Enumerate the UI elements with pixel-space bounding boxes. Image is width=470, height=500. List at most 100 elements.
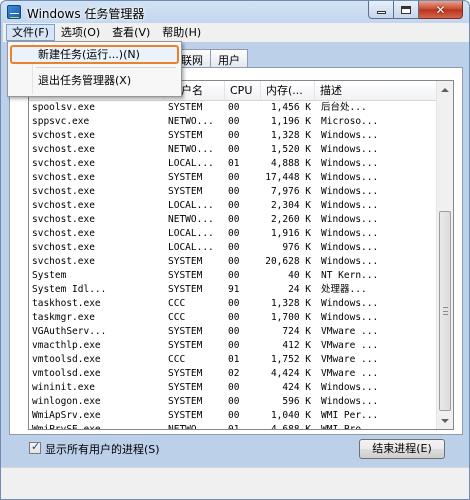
table-cell: CCC bbox=[168, 298, 186, 309]
close-button[interactable]: ✕ bbox=[419, 1, 463, 19]
table-cell: NETWO... bbox=[168, 144, 214, 155]
table-cell: Windows... bbox=[321, 256, 379, 267]
table-row[interactable]: vmtoolsd.exe SYSTEM 02 4,424 K VMware ... bbox=[29, 367, 437, 381]
table-row[interactable]: wininit.exe SYSTEM 00 424 K Windows... bbox=[29, 381, 437, 395]
table-cell: 01 bbox=[228, 158, 240, 169]
table-cell: Windows... bbox=[321, 186, 379, 197]
table-row[interactable]: svchost.exe NETWO... 00 2,260 K Windows... bbox=[29, 213, 437, 227]
table-row[interactable]: VGAuthServ... SYSTEM 00 724 K VMware ... bbox=[29, 325, 437, 339]
minimize-button[interactable] bbox=[368, 1, 394, 19]
table-row[interactable]: vmacthlp.exe SYSTEM 00 412 K VMware ... bbox=[29, 339, 437, 353]
table-cell: svchost.exe bbox=[32, 256, 95, 267]
table-row[interactable]: svchost.exe LOCAL... 00 2,304 K Windows... bbox=[29, 199, 437, 213]
table-cell: vmtoolsd.exe bbox=[32, 354, 101, 365]
table-cell: NT Kern... bbox=[321, 270, 379, 281]
table-cell: VGAuthServ... bbox=[32, 326, 107, 337]
table-row[interactable]: svchost.exe SYSTEM 00 17,448 K Windows... bbox=[29, 171, 437, 185]
table-cell: 00 bbox=[228, 228, 240, 239]
table-cell: 724 K bbox=[282, 326, 311, 337]
table-cell: VMware ... bbox=[321, 340, 379, 351]
table-row[interactable]: svchost.exe SYSTEM 00 7,976 K Windows... bbox=[29, 185, 437, 199]
table-cell: svchost.exe bbox=[32, 130, 95, 141]
status-bar bbox=[1, 467, 469, 499]
menu-options[interactable]: 选项(O) bbox=[55, 24, 106, 41]
menu-bar: 文件(F) 选项(O) 查看(V) 帮助(H) bbox=[3, 23, 469, 42]
file-menu-dropdown: 新建任务(运行...)(N) 退出任务管理器(X) bbox=[7, 41, 182, 97]
table-cell: NETWO... bbox=[168, 214, 214, 225]
table-cell: 976 K bbox=[282, 242, 311, 253]
maximize-button[interactable] bbox=[394, 1, 419, 19]
table-cell: Windows... bbox=[321, 298, 379, 309]
scroll-up-button[interactable] bbox=[437, 81, 453, 98]
table-row[interactable]: System Idl... SYSTEM 91 24 K 处理器... bbox=[29, 283, 437, 297]
task-manager-icon bbox=[7, 5, 21, 19]
table-cell: 01 bbox=[228, 424, 240, 430]
table-cell: 1,328 K bbox=[270, 130, 311, 141]
column-cpu[interactable]: CPU bbox=[225, 81, 261, 101]
table-cell: 1,700 K bbox=[270, 312, 311, 323]
menu-view[interactable]: 查看(V) bbox=[106, 24, 156, 41]
menu-help[interactable]: 帮助(H) bbox=[156, 24, 207, 41]
table-row[interactable]: System SYSTEM 00 40 K NT Kern... bbox=[29, 269, 437, 283]
table-cell: 20,628 K bbox=[265, 256, 311, 267]
table-row[interactable]: WmiApSrv.exe SYSTEM 00 1,040 K WMI Per... bbox=[29, 409, 437, 423]
table-row[interactable]: svchost.exe SYSTEM 00 1,328 K Windows... bbox=[29, 129, 437, 143]
table-cell: WmiPrvSE.exe bbox=[32, 424, 101, 430]
table-cell: Microso... bbox=[321, 116, 379, 127]
table-cell: Windows... bbox=[321, 312, 379, 323]
table-cell: Windows... bbox=[321, 214, 379, 225]
table-cell: SYSTEM bbox=[168, 340, 203, 351]
scroll-down-button[interactable] bbox=[437, 412, 453, 429]
table-row[interactable]: svchost.exe LOCAL... 00 1,916 K Windows... bbox=[29, 227, 437, 241]
menu-file[interactable]: 文件(F) bbox=[6, 24, 55, 41]
table-cell: 4,888 K bbox=[270, 158, 311, 169]
table-cell: CCC bbox=[168, 354, 186, 365]
table-cell: 01 bbox=[228, 354, 240, 365]
process-list[interactable]: 映像名称 用户名 CPU 内存(... 描述 spoolsv.exeSYSTEM… bbox=[28, 80, 454, 430]
table-row[interactable]: svchost.exe SYSTEM 00 20,628 K Windows... bbox=[29, 255, 437, 269]
scroll-thumb[interactable] bbox=[439, 211, 451, 411]
table-row[interactable]: svchost.exe LOCAL... 00 976 K Windows... bbox=[29, 241, 437, 255]
vertical-scrollbar[interactable] bbox=[436, 81, 453, 429]
table-cell: 2,260 K bbox=[270, 214, 311, 225]
checkmark-icon: ✓ bbox=[31, 440, 41, 453]
show-all-users-checkbox[interactable]: ✓ bbox=[29, 440, 41, 454]
table-cell: 00 bbox=[228, 186, 240, 197]
table-row[interactable]: vmtoolsd.exe CCC 01 1,752 K VMware ... bbox=[29, 353, 437, 367]
table-cell: SYSTEM bbox=[168, 368, 203, 379]
table-row[interactable]: taskmgr.exe CCC 00 1,700 K Windows... bbox=[29, 311, 437, 325]
table-row[interactable]: taskhost.exe CCC 00 1,328 K Windows... bbox=[29, 297, 437, 311]
column-memory[interactable]: 内存(... bbox=[261, 81, 315, 101]
table-cell: Windows... bbox=[321, 396, 379, 407]
tab-users[interactable]: 用户 bbox=[210, 49, 248, 68]
close-icon: ✕ bbox=[435, 2, 446, 17]
table-cell: 后台处... bbox=[321, 102, 367, 113]
table-row[interactable]: WmiPrvSE.exe NETWO... 01 4,688 K WMI Pro... bbox=[29, 423, 437, 430]
title-bar[interactable]: Windows 任务管理器 ✕ bbox=[1, 1, 469, 23]
table-row[interactable]: winlogon.exe SYSTEM 00 596 K Windows... bbox=[29, 395, 437, 409]
table-row[interactable]: sppsvc.exe NETWO... 00 1,196 K Microso... bbox=[29, 115, 437, 129]
table-cell: SYSTEM bbox=[168, 270, 203, 281]
table-cell: 1,328 K bbox=[270, 298, 311, 309]
table-cell: 00 bbox=[228, 130, 240, 141]
table-cell: svchost.exe bbox=[32, 186, 95, 197]
table-cell: 00 bbox=[228, 200, 240, 211]
caption-buttons: ✕ bbox=[368, 1, 463, 19]
table-cell: Windows... bbox=[321, 130, 379, 141]
menu-item-exit[interactable]: 退出任务管理器(X) bbox=[10, 71, 179, 91]
table-cell: svchost.exe bbox=[32, 200, 95, 211]
end-process-button[interactable]: 结束进程(E) bbox=[359, 439, 445, 459]
table-cell: 00 bbox=[228, 312, 240, 323]
table-cell: 00 bbox=[228, 382, 240, 393]
table-cell: svchost.exe bbox=[32, 214, 95, 225]
table-row[interactable]: svchost.exe NETWO... 00 1,520 K Windows... bbox=[29, 143, 437, 157]
table-cell: LOCAL... bbox=[168, 228, 214, 239]
show-all-users-label[interactable]: 显示所有用户的进程(S) bbox=[45, 441, 160, 457]
table-cell: 412 K bbox=[282, 340, 311, 351]
table-cell: sppsvc.exe bbox=[32, 116, 90, 127]
menu-item-new-task[interactable]: 新建任务(运行...)(N) bbox=[10, 45, 179, 64]
table-cell: SYSTEM bbox=[168, 382, 203, 393]
table-row[interactable]: svchost.exe LOCAL... 01 4,888 K Windows... bbox=[29, 157, 437, 171]
table-row[interactable]: spoolsv.exe SYSTEM 00 1,456 K 后台处... bbox=[29, 101, 437, 115]
column-description[interactable]: 描述 bbox=[315, 81, 437, 101]
